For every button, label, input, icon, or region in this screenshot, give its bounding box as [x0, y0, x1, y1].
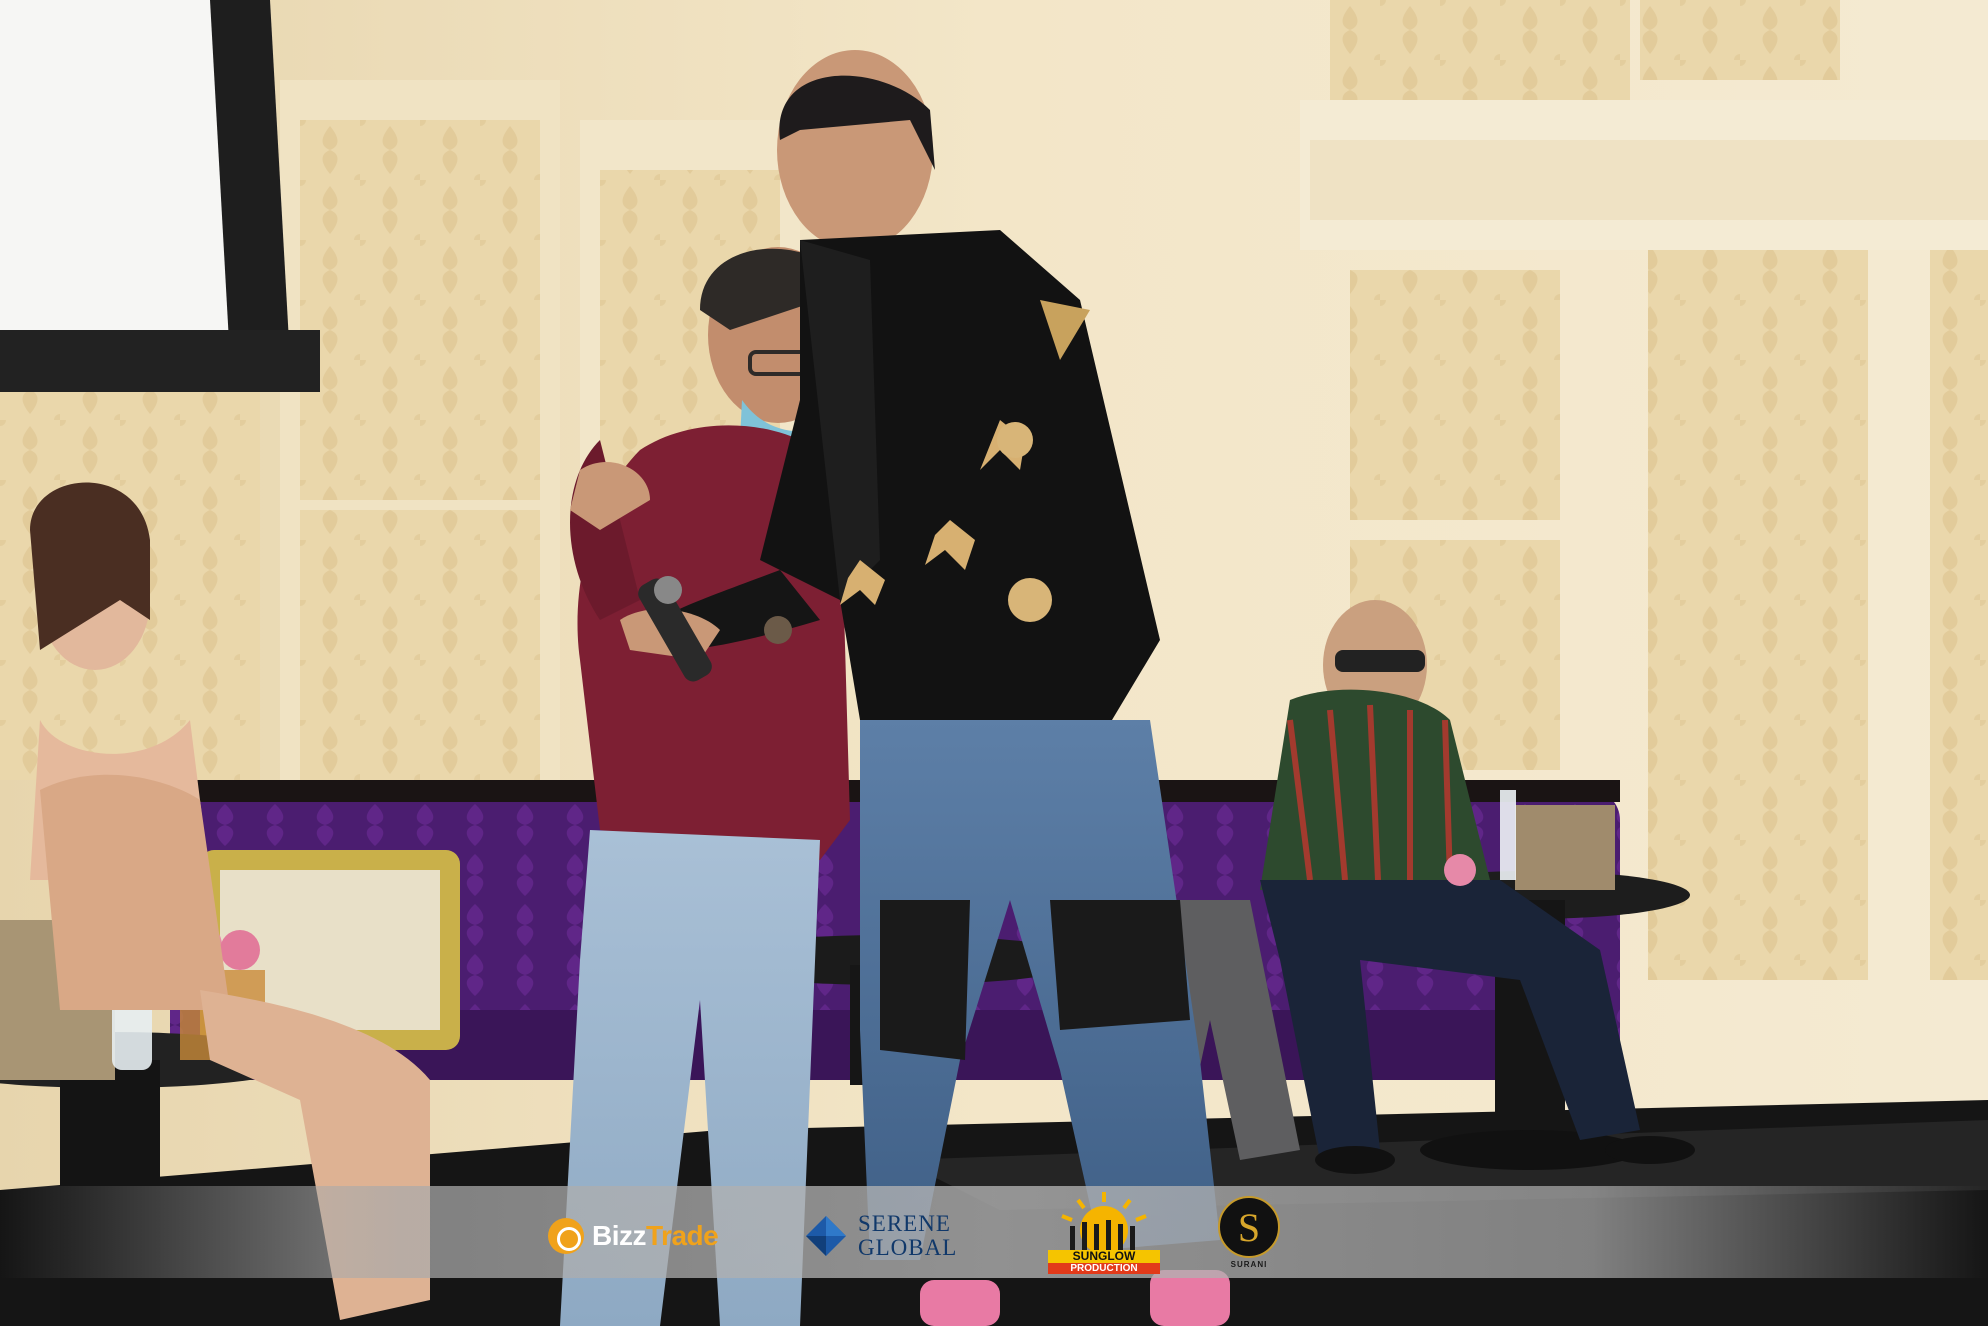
sponsor-banner: [0, 1186, 1988, 1278]
bizztrade-name-part1: Bizz: [592, 1220, 647, 1251]
event-photo: [0, 0, 1988, 1326]
surani-emblem-icon: S: [1218, 1196, 1280, 1258]
sunglow-line1: SUNGLOW: [1048, 1250, 1160, 1263]
bizztrade-mark-icon: [548, 1218, 584, 1254]
serene-global-logo: SERENE GLOBAL: [804, 1212, 957, 1260]
surani-capital-logo: S SURANI: [1214, 1196, 1284, 1278]
surani-initial: S: [1237, 1204, 1261, 1250]
sunglow-sun-icon: [1061, 1192, 1147, 1254]
bizztrade-logo: BizzTrade: [548, 1218, 719, 1254]
sunglow-line2: PRODUCTION: [1048, 1263, 1160, 1274]
surani-wordmark: SURANI: [1230, 1260, 1268, 1269]
sunglow-wordmark: SUNGLOW PRODUCTION: [1048, 1250, 1160, 1274]
serene-wordmark: SERENE GLOBAL: [858, 1212, 957, 1260]
serene-line1: SERENE: [858, 1211, 951, 1236]
bizztrade-wordmark: BizzTrade: [592, 1220, 719, 1252]
bizztrade-name-part2: Trade: [646, 1220, 719, 1251]
serene-line2: GLOBAL: [858, 1235, 958, 1260]
sunglow-production-logo: SUNGLOW PRODUCTION: [1048, 1190, 1160, 1278]
serene-diamond-icon: [806, 1216, 846, 1256]
